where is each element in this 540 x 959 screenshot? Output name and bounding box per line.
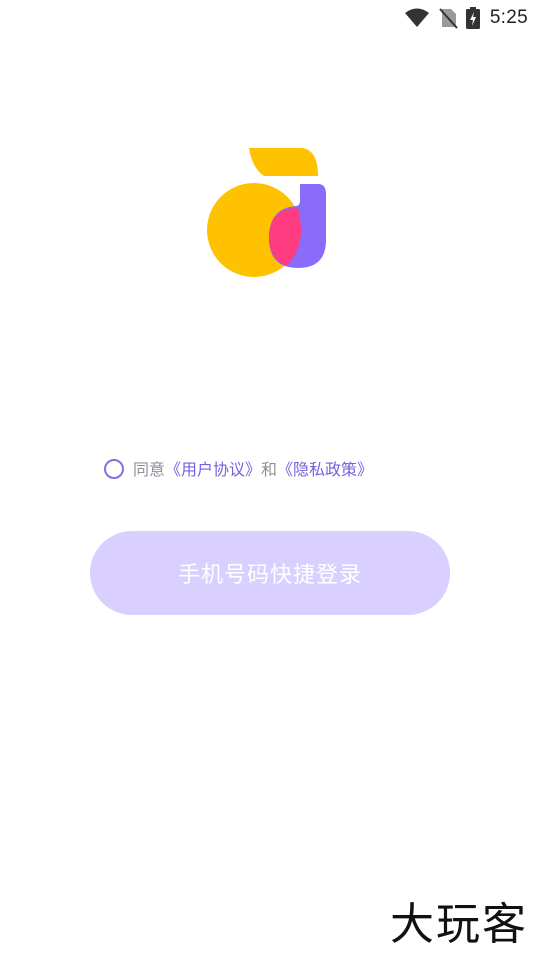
battery-charging-icon [465, 7, 480, 29]
app-logo [206, 146, 334, 280]
privacy-policy-link[interactable]: 《隐私政策》 [277, 456, 373, 480]
status-time: 5:25 [489, 7, 528, 28]
phone-quick-login-button[interactable]: 手机号码快捷登录 [90, 531, 450, 615]
wifi-icon [404, 8, 430, 28]
no-sim-icon [438, 7, 458, 29]
user-agreement-link[interactable]: 《用户协议》 [165, 456, 261, 480]
logo-top-leaf [249, 148, 318, 176]
watermark-logo: 大玩客 [390, 899, 528, 950]
status-bar: 5:25 [0, 0, 540, 36]
agreement-conjunction: 和 [261, 460, 278, 479]
agreement-prefix: 同意 [133, 460, 166, 479]
status-icons: 5:25 [404, 6, 528, 30]
agreement-row: 同意 《用户协议》 和 《隐私政策》 [104, 455, 373, 481]
agreement-radio[interactable] [104, 459, 124, 479]
